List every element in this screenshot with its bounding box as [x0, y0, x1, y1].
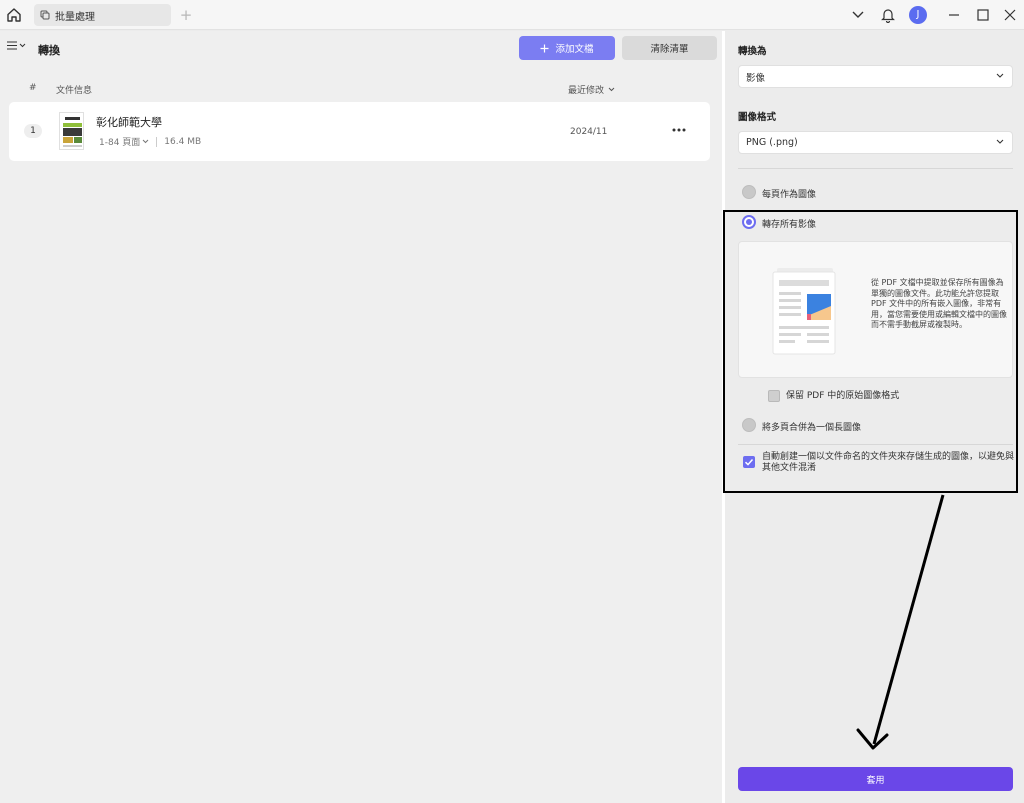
last-modified-label: 最近修改	[568, 86, 605, 96]
apply-button[interactable]: 套用	[738, 767, 1013, 791]
more-options-icon[interactable]	[671, 124, 687, 136]
file-meta: 1-84 頁面 16.4 MB	[99, 135, 201, 148]
radio-each-page[interactable]	[742, 185, 756, 199]
menu-icon	[7, 41, 17, 50]
chevron-down-icon	[19, 43, 26, 48]
add-document-label: 添加文檔	[555, 44, 594, 55]
option-each-page-label: 每頁作為圖像	[762, 190, 817, 200]
convert-to-value: 影像	[746, 72, 766, 84]
chevron-down-icon	[142, 139, 149, 144]
menu-toggle[interactable]	[7, 41, 26, 50]
table-row[interactable]: 1 彰化師範大學 1-84 頁面 16.4 MB 2024/11	[9, 102, 710, 161]
home-icon[interactable]	[5, 6, 23, 24]
tab-label: 批量處理	[55, 11, 95, 23]
add-document-button[interactable]: 添加文檔	[519, 36, 615, 60]
file-date: 2024/11	[570, 127, 608, 137]
divider	[738, 168, 1013, 169]
page-title: 轉換	[38, 44, 60, 57]
minimize-icon[interactable]	[944, 5, 964, 25]
plus-icon	[540, 44, 549, 53]
image-format-value: PNG (.png)	[746, 137, 798, 148]
column-index-header: #	[29, 83, 37, 93]
column-last-modified-header[interactable]: 最近修改	[568, 83, 615, 96]
top-bar: 批量處理 + J	[0, 0, 1024, 30]
annotation-highlight-box	[723, 210, 1018, 493]
file-thumbnail	[59, 112, 84, 150]
new-tab-button[interactable]: +	[179, 6, 193, 24]
chevron-down-icon	[996, 73, 1004, 79]
page-range-label: 1-84 頁面	[99, 138, 141, 148]
image-format-label: 圖像格式	[738, 112, 777, 123]
copy-icon	[40, 10, 50, 20]
chevron-down-icon[interactable]	[848, 5, 868, 25]
row-index: 1	[24, 124, 42, 138]
file-list-area: 轉換 添加文檔 清除清單 # 文件信息 最近修改 1 彰化師範大學 1-84 頁…	[0, 31, 722, 803]
tab-batch-processing[interactable]: 批量處理	[34, 4, 171, 26]
avatar[interactable]: J	[909, 6, 927, 24]
column-file-info-header: 文件信息	[56, 86, 93, 96]
chevron-down-icon	[608, 87, 615, 92]
clear-list-button[interactable]: 清除清單	[622, 36, 717, 60]
bell-icon[interactable]	[878, 5, 898, 25]
file-name: 彰化師範大學	[96, 116, 162, 129]
file-size: 16.4 MB	[164, 136, 202, 147]
page-range-selector[interactable]: 1-84 頁面	[99, 135, 149, 148]
close-icon[interactable]	[1000, 5, 1020, 25]
image-format-select[interactable]: PNG (.png)	[738, 131, 1013, 154]
meta-divider	[156, 136, 158, 147]
maximize-icon[interactable]	[973, 5, 993, 25]
chevron-down-icon	[996, 139, 1004, 145]
convert-to-select[interactable]: 影像	[738, 65, 1013, 88]
convert-to-label: 轉換為	[738, 46, 767, 57]
